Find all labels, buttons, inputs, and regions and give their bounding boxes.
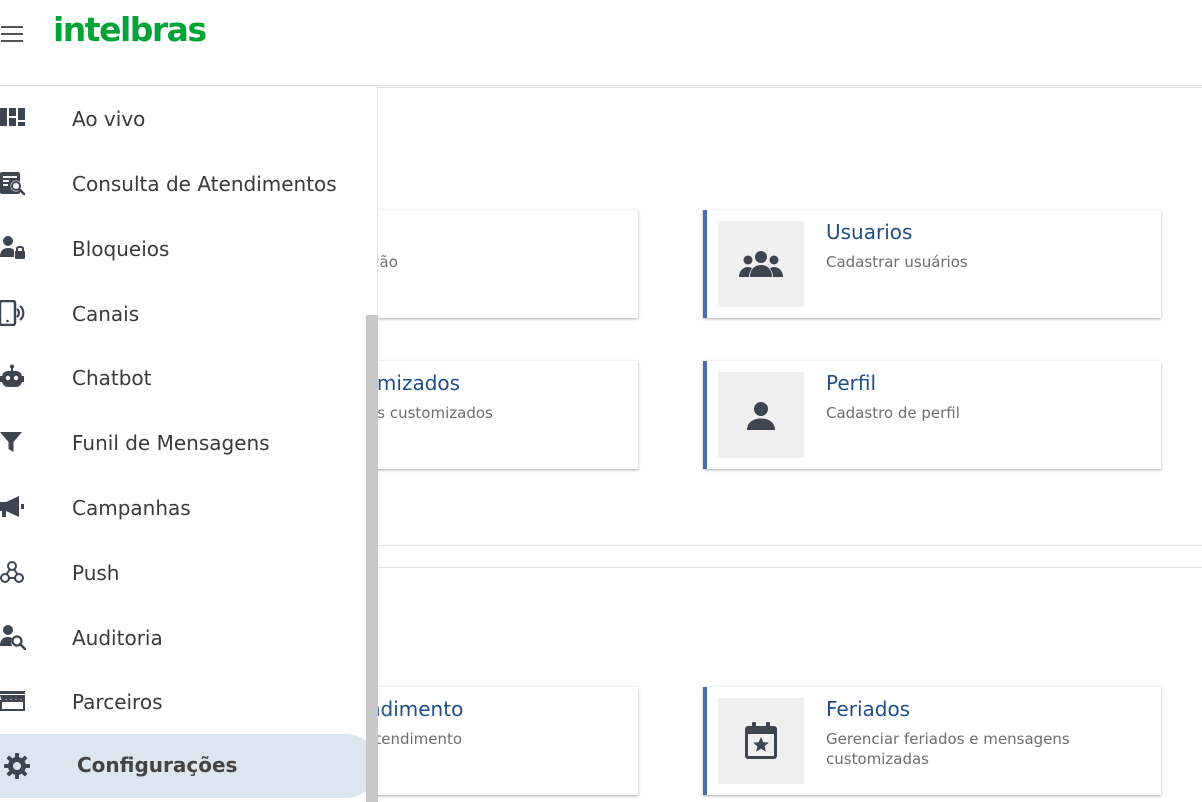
sidebar-item-funil[interactable]: Funil de Mensagens [0,413,362,469]
top-header: intelbras [0,0,1202,86]
sidebar-scrollbar[interactable] [366,315,378,802]
intelbras-logo[interactable]: intelbras [53,10,207,49]
card-description: Cadastrar usuários [826,253,968,271]
sidebar-item-configuracoes[interactable]: Configurações [0,734,378,798]
funnel-icon [0,432,22,452]
device-broadcast-icon [0,300,25,326]
person-icon [747,402,775,430]
sidebar-item-parceiros[interactable]: Parceiros [0,672,362,728]
sidebar-item-label: Ao vivo [72,107,146,131]
search-records-icon [0,172,26,196]
sidebar-item-label: Push [72,561,120,585]
sidebar-item-campanhas[interactable]: Campanhas [0,478,362,534]
sidebar-item-label: Bloqueios [72,237,170,261]
sidebar-item-label: Parceiros [72,690,163,714]
megaphone-icon [0,496,24,517]
sidebar-item-chatbot[interactable]: Chatbot [0,348,362,404]
user-search-icon [0,625,26,650]
sidebar-item-label: Configurações [77,753,238,777]
sidebar-item-push[interactable]: Push [0,543,362,599]
calendar-star-icon [745,722,777,759]
sidebar-item-label: Campanhas [72,496,191,520]
sidebar-item-label: Consulta de Atendimentos [72,172,337,196]
hamburger-menu-icon[interactable] [0,24,26,44]
user-lock-icon [0,236,25,259]
card-title: Feriados [826,697,911,721]
webhook-icon [0,561,24,583]
sidebar-item-canais[interactable]: Canais [0,284,362,340]
sidebar-item-bloqueios[interactable]: Bloqueios [0,219,362,275]
sidebar-item-label: Funil de Mensagens [72,431,270,455]
card-title: Perfil [826,371,877,395]
card-description: Gerenciar feriados e mensagens customiza… [826,730,1070,768]
card-title: Usuarios [826,220,913,244]
sidebar-item-label: Auditoria [72,626,163,650]
card-icon-box [718,372,804,458]
sidebar-drawer: Ao vivo Consulta de Atendimentos Bloquei… [0,87,378,802]
sidebar-item-consulta[interactable]: Consulta de Atendimentos [0,154,362,210]
card-description: Cadastro de perfil [826,404,960,422]
sidebar-item-label: Canais [72,302,140,326]
sidebar-item-auditoria[interactable]: Auditoria [0,608,362,664]
settings-card-usuarios[interactable]: Usuarios Cadastrar usuários [703,210,1161,318]
sidebar-item-ao-vivo[interactable]: Ao vivo [0,89,362,145]
settings-card-perfil[interactable]: Perfil Cadastro de perfil [703,361,1161,469]
robot-icon [0,364,24,387]
app-page: intelbras ão de avaliação Usuarios Cada [0,0,1202,802]
card-icon-box [718,698,804,784]
storefront-icon [0,691,25,711]
users-group-icon [739,251,783,277]
dashboard-icon [0,108,25,126]
card-icon-box [718,221,804,307]
sidebar-item-label: Chatbot [72,366,152,390]
settings-card-feriados[interactable]: Feriados Gerenciar feriados e mensagens … [703,687,1161,795]
gear-icon [4,753,30,779]
